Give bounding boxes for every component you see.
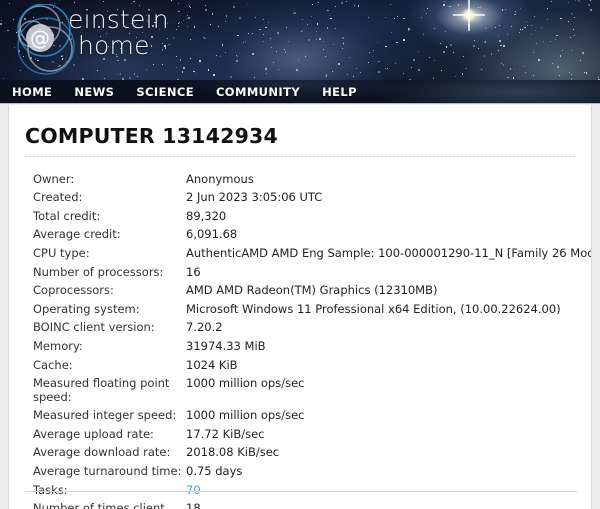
detail-value: 18 [186,501,201,509]
table-row: Average upload rate: 17.72 KiB/sec [9,425,591,444]
table-row: Average credit: 6,091.68 [9,226,591,245]
detail-value: 2 Jun 2023 3:05:06 UTC [186,190,323,205]
detail-value: 2018.08 KiB/sec [186,445,280,460]
table-row: Owner: Anonymous [9,170,591,189]
detail-value: 7.20.2 [186,320,223,335]
table-row: BOINC client version: 7.20.2 [9,319,591,338]
table-row: Memory: 31974.33 MiB [9,337,591,356]
detail-label: Average credit: [33,227,121,242]
detail-label: Owner: [33,171,75,186]
content-panel: COMPUTER 13142934 Owner: Anonymous Created… [8,105,592,509]
detail-label: Average upload rate: [33,426,154,441]
detail-label: Measured floating point speed: [33,376,170,404]
nav-news[interactable]: NEWS [63,85,125,99]
table-row: Measured floating point speed: 1000 milli… [9,375,591,407]
main-navigation-bar: HOME NEWS SCIENCE COMMUNITY HELP [0,80,600,104]
nav-community[interactable]: COMMUNITY [205,85,311,99]
table-row: Measured integer speed: 1000 million ops/… [9,407,591,426]
detail-label: Cache: [33,357,73,372]
svg-text:@: @ [30,26,50,50]
nav-help[interactable]: HELP [311,85,368,99]
detail-label: Number of processors: [33,264,164,279]
title-divider [25,156,575,157]
page-root: @ einstein home HOME NEWS SCIENCE COMMUNITY… [0,0,600,509]
detail-label: Number of times client has contacted ser… [33,501,165,509]
detail-label: BOINC client version: [33,320,155,335]
detail-label: Average turnaround time: [33,463,182,478]
table-row: Average turnaround time: 0.75 days [9,462,591,481]
detail-value: AMD AMD Radeon(TM) Graphics (12310MB) [186,283,438,298]
table-row: Operating system: Microsoft Windows 11 Pr… [9,300,591,319]
table-row: Number of processors: 16 [9,263,591,282]
site-banner: @ einstein home [0,0,600,80]
bright-star-icon [453,0,485,31]
detail-label: Measured integer speed: [33,408,177,423]
detail-value: 1024 KiB [186,357,238,372]
detail-value: Microsoft Windows 11 Professional x64 Ed… [186,301,561,316]
detail-value: 6,091.68 [186,227,238,242]
content-bottom-divider [25,491,577,492]
nav-science[interactable]: SCIENCE [125,85,205,99]
table-row: Average download rate: 2018.08 KiB/sec [9,444,591,463]
table-row: Cache: 1024 KiB [9,356,591,375]
detail-label: Memory: [33,338,83,353]
detail-label: Average download rate: [33,445,171,460]
detail-label: Operating system: [33,301,140,316]
detail-value: 1000 million ops/sec [186,408,305,423]
table-row: CPU type: AuthenticAMD AMD Eng Sample: 10… [9,244,591,263]
detail-label: Created: [33,190,83,205]
table-row: Number of times client has contacted ser… [9,500,591,509]
detail-label: Coprocessors: [33,283,114,298]
detail-value: 17.72 KiB/sec [186,426,265,441]
computer-details-table: Owner: Anonymous Created: 2 Jun 2023 3:05:0… [9,170,591,509]
nav-item-list: HOME NEWS SCIENCE COMMUNITY HELP [0,80,600,103]
site-logo[interactable]: @ einstein home [10,4,200,76]
detail-value: 16 [186,264,201,279]
logo-wordmark: einstein home [68,7,169,58]
logo-line-2: home [78,31,150,60]
logo-line-1: einstein [68,5,169,34]
nav-home[interactable]: HOME [1,85,63,99]
detail-value: 0.75 days [186,463,243,478]
detail-value: 89,320 [186,208,227,223]
detail-label: CPU type: [33,245,90,260]
page-title: COMPUTER 13142934 [25,124,278,148]
table-row: Created: 2 Jun 2023 3:05:06 UTC [9,189,591,208]
detail-value: Anonymous [186,171,254,186]
detail-value: 31974.33 MiB [186,338,266,353]
detail-value: 1000 million ops/sec [186,376,305,391]
table-row: Total credit: 89,320 [9,207,591,226]
detail-value: AuthenticAMD AMD Eng Sample: 100-0000012… [186,245,591,260]
detail-label: Total credit: [33,208,101,223]
table-row: Coprocessors: AMD AMD Radeon(TM) Graphics… [9,282,591,301]
